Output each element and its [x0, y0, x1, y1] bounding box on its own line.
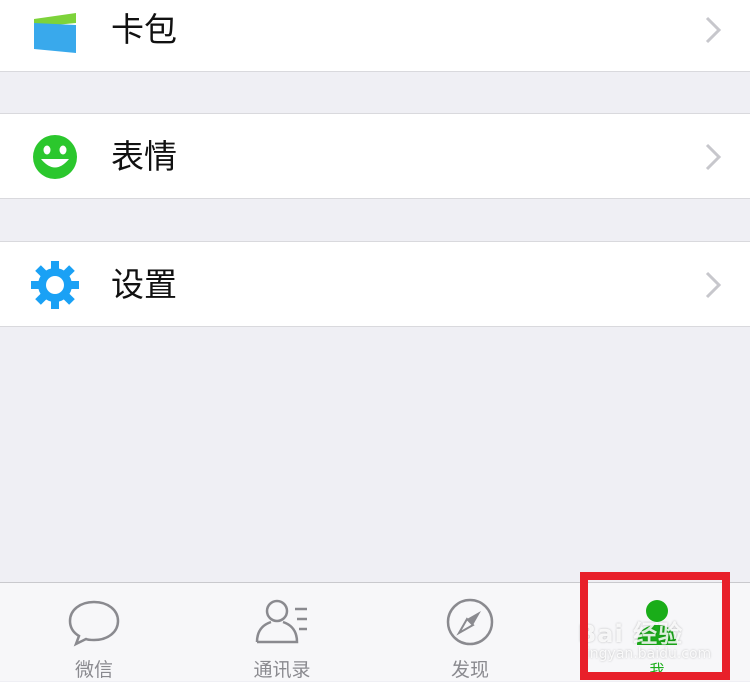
smiley-icon [33, 135, 77, 179]
chevron-right-icon [705, 16, 722, 44]
tab-label: 微信 [74, 659, 113, 681]
chat-bubble-icon [68, 600, 120, 647]
tab-discover[interactable]: 发现 [376, 583, 564, 682]
chevron-right-icon [705, 271, 722, 299]
chevron-right-icon [705, 143, 722, 171]
menu-item-label: 表情 [111, 137, 177, 176]
menu-item-stickers[interactable]: 表情 [0, 113, 750, 199]
compass-icon [446, 598, 494, 646]
tab-chats[interactable]: 微信 [0, 583, 188, 682]
tab-contacts[interactable]: 通讯录 [188, 583, 376, 682]
card-wallet-icon [34, 13, 76, 53]
gear-icon [31, 261, 79, 309]
menu-item-settings[interactable]: 设置 [0, 241, 750, 327]
menu-item-label: 卡包 [111, 10, 177, 49]
tab-label: 发现 [450, 659, 489, 681]
menu-item-card-wallet[interactable]: 卡包 [0, 0, 750, 72]
contacts-icon [255, 599, 307, 644]
tab-label: 通讯录 [253, 659, 311, 681]
highlight-box [580, 572, 730, 680]
menu-item-label: 设置 [111, 265, 177, 304]
